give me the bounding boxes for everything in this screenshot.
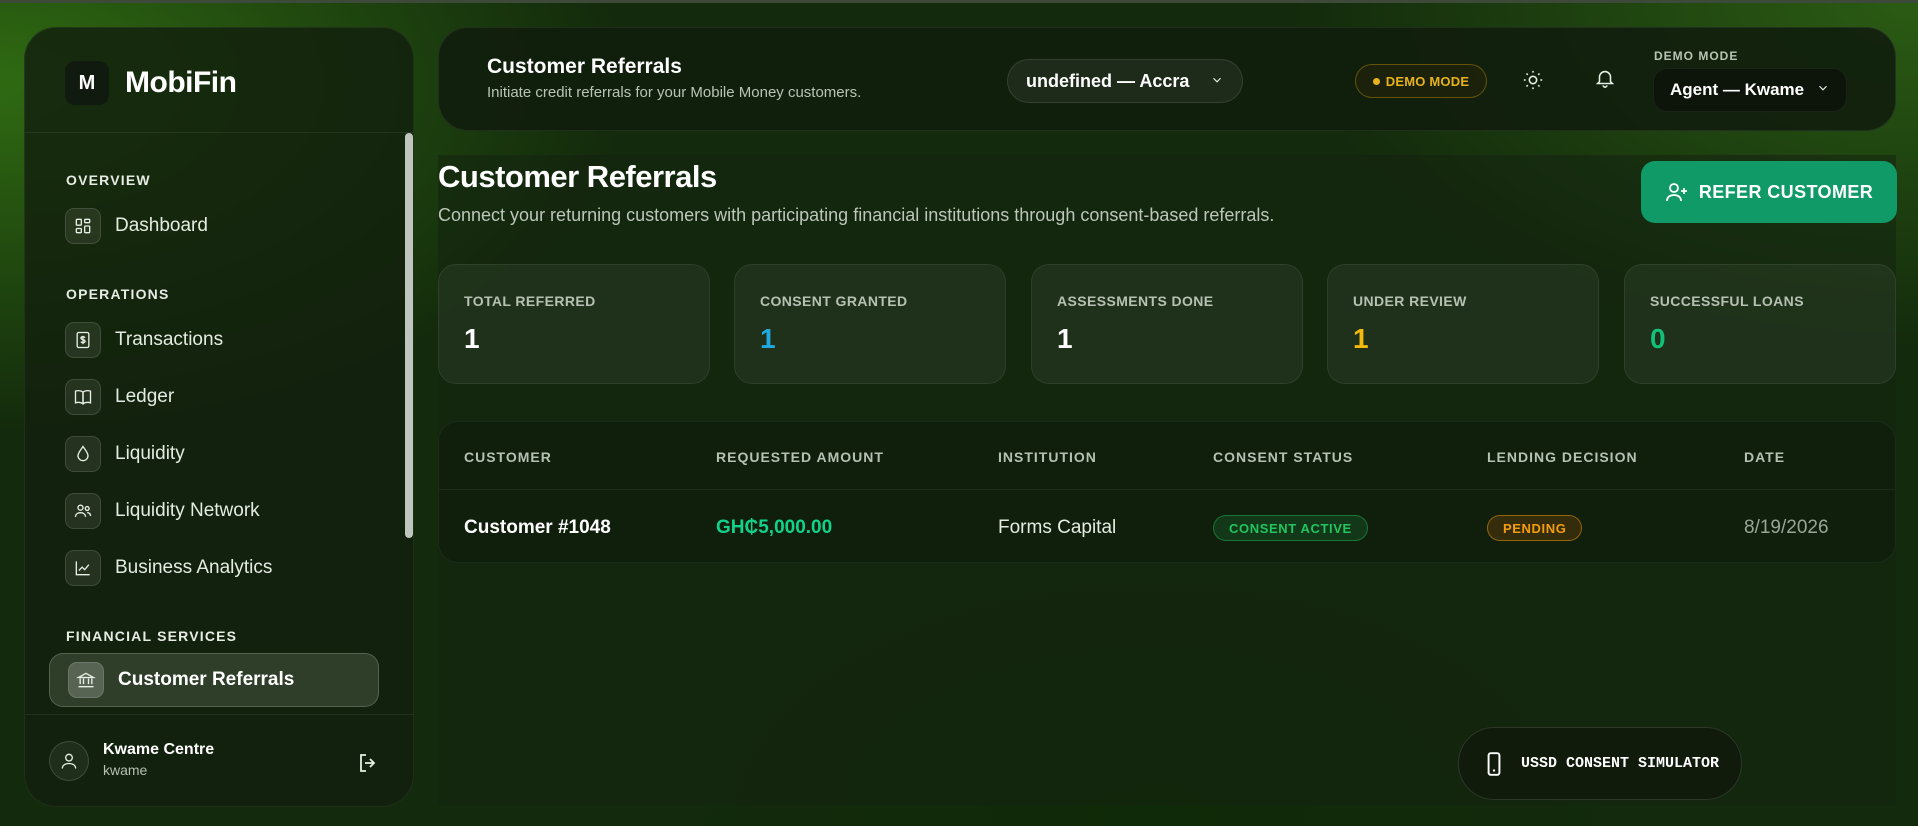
section-overview: OVERVIEW <box>66 172 151 188</box>
sidebar-item-label: Liquidity Network <box>115 500 260 521</box>
user-handle: kwame <box>103 762 148 778</box>
bell-icon <box>1595 70 1615 88</box>
stat-label: UNDER REVIEW <box>1353 293 1467 309</box>
theme-toggle-button[interactable] <box>1515 62 1551 98</box>
stat-value: 1 <box>760 323 776 354</box>
notifications-button[interactable] <box>1587 60 1623 96</box>
sidebar-item-liquidity[interactable]: Liquidity <box>39 432 359 476</box>
refer-button-label: REFER CUSTOMER <box>1698 181 1874 202</box>
branch-select-value: undefined — Accra <box>1026 70 1190 91</box>
sidebar-item-label: Customer Referrals <box>118 669 295 690</box>
sidebar-item-transactions[interactable]: Transactions <box>39 318 359 362</box>
cell-amount: GH₵5,000.00 <box>716 517 833 538</box>
chevron-down-icon <box>1210 71 1224 92</box>
stat-label: SUCCESSFUL LOANS <box>1650 293 1804 309</box>
stat-label: ASSESSMENTS DONE <box>1057 293 1214 309</box>
book-icon <box>65 379 101 415</box>
stat-card-successful-loans: SUCCESSFUL LOANS 0 <box>1624 264 1896 384</box>
user-icon <box>61 753 77 769</box>
bank-icon <box>68 662 104 698</box>
section-operations: OPERATIONS <box>66 286 170 302</box>
logout-button[interactable] <box>355 750 381 776</box>
sidebar-item-customer-referrals[interactable]: Customer Referrals <box>49 653 379 707</box>
avatar <box>49 741 89 781</box>
column-header-date[interactable]: DATE <box>1744 449 1785 465</box>
brand-name: MobiFin <box>125 66 237 99</box>
sidebar-item-liquidity-network[interactable]: Liquidity Network <box>39 489 359 533</box>
branch-select[interactable]: undefined — Accra <box>1007 59 1243 103</box>
lending-decision-badge: PENDING <box>1487 515 1583 541</box>
users-icon <box>65 493 101 529</box>
main-content: Customer Referrals Connect your returnin… <box>438 155 1897 805</box>
page-title: Customer Referrals <box>438 159 717 194</box>
sidebar-item-label: Business Analytics <box>115 557 273 578</box>
ussd-consent-simulator-button[interactable]: USSD CONSENT SIMULATOR <box>1458 727 1742 800</box>
mode-label: DEMO MODE <box>1654 49 1739 63</box>
divider <box>25 714 413 715</box>
page-subtitle: Connect your returning customers with pa… <box>438 205 1275 225</box>
top-header: Customer Referrals Initiate credit refer… <box>438 27 1896 131</box>
cell-date: 8/19/2026 <box>1744 517 1829 538</box>
sidebar: M MobiFin OVERVIEW Dashboard OPERATIONS … <box>24 27 414 807</box>
sidebar-item-label: Liquidity <box>115 443 185 464</box>
status-dot <box>1372 77 1380 85</box>
header-subtitle: Initiate credit referrals for your Mobil… <box>487 84 862 101</box>
sidebar-item-dashboard[interactable]: Dashboard <box>39 204 359 248</box>
sidebar-item-label: Dashboard <box>115 215 208 236</box>
sidebar-scrollbar[interactable] <box>405 133 413 538</box>
demo-mode-badge: DEMO MODE <box>1355 64 1487 98</box>
stat-value: 1 <box>1353 323 1369 354</box>
dashboard-icon <box>65 208 101 244</box>
section-financial-services: FINANCIAL SERVICES <box>66 628 238 644</box>
stat-label: TOTAL REFERRED <box>464 293 596 309</box>
sidebar-item-label: Ledger <box>115 386 175 407</box>
stat-label: CONSENT GRANTED <box>760 293 908 309</box>
sidebar-item-business-analytics[interactable]: Business Analytics <box>39 546 359 590</box>
stat-value: 1 <box>464 323 480 354</box>
chart-icon <box>65 550 101 586</box>
column-header-customer[interactable]: CUSTOMER <box>464 449 552 465</box>
brand-logo: M <box>65 61 109 105</box>
agent-select-value: Agent — Kwame <box>1670 80 1805 99</box>
phone-icon <box>1487 751 1501 776</box>
sidebar-item-ledger[interactable]: Ledger <box>39 375 359 419</box>
agent-select[interactable]: Agent — Kwame <box>1653 68 1847 112</box>
stat-value: 1 <box>1057 323 1073 354</box>
column-header-consent-status[interactable]: CONSENT STATUS <box>1213 449 1353 465</box>
column-header-lending-decision[interactable]: LENDING DECISION <box>1487 449 1638 465</box>
logout-icon <box>360 754 376 772</box>
user-name: Kwame Centre <box>103 741 215 758</box>
droplet-icon <box>65 436 101 472</box>
demo-badge-label: DEMO MODE <box>1385 73 1470 89</box>
receipt-icon <box>65 322 101 358</box>
column-header-requested-amount[interactable]: REQUESTED AMOUNT <box>716 449 884 465</box>
cell-customer: Customer #1048 <box>464 517 611 538</box>
stat-card-consent-granted: CONSENT GRANTED 1 <box>734 264 1006 384</box>
divider <box>25 132 413 133</box>
stat-card-under-review: UNDER REVIEW 1 <box>1327 264 1599 384</box>
stat-card-total-referred: TOTAL REFERRED 1 <box>438 264 710 384</box>
consent-status-badge: CONSENT ACTIVE <box>1213 515 1368 541</box>
user-plus-icon <box>1665 183 1687 202</box>
stat-value: 0 <box>1650 323 1666 354</box>
column-header-institution[interactable]: INSTITUTION <box>998 449 1097 465</box>
cell-institution: Forms Capital <box>998 517 1117 538</box>
sidebar-item-label: Transactions <box>115 329 224 350</box>
referrals-table: CUSTOMER REQUESTED AMOUNT INSTITUTION CO… <box>438 421 1896 563</box>
ussd-button-label: USSD CONSENT SIMULATOR <box>1520 755 1720 772</box>
window-top-edge <box>0 0 1918 3</box>
divider <box>439 489 1895 490</box>
chevron-down-icon <box>1816 80 1830 100</box>
header-title: Customer Referrals <box>487 55 682 78</box>
refer-customer-button[interactable]: REFER CUSTOMER <box>1641 161 1897 223</box>
brand[interactable]: M MobiFin <box>65 61 237 105</box>
sun-icon <box>1523 70 1543 90</box>
stat-card-assessments-done: ASSESSMENTS DONE 1 <box>1031 264 1303 384</box>
